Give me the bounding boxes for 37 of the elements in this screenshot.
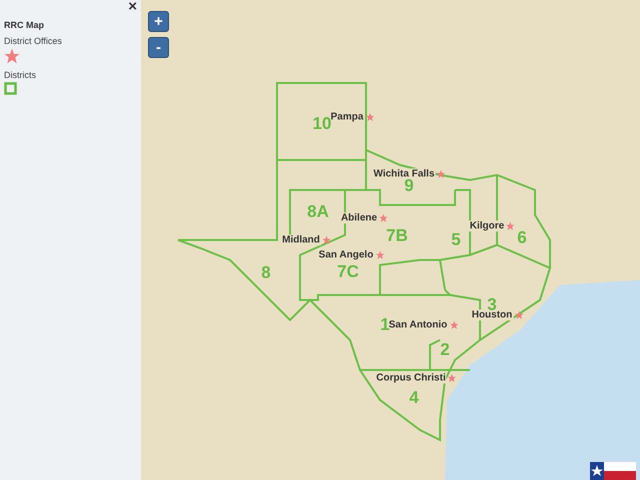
- district-number: 6: [517, 228, 527, 248]
- office-label: Pampa: [330, 112, 364, 122]
- square-outline-icon: [4, 82, 17, 95]
- flag-logo-icon: [590, 462, 636, 480]
- office-star-icon: [514, 310, 524, 320]
- close-button[interactable]: ×: [128, 0, 137, 14]
- office-label: Kilgore: [468, 220, 506, 232]
- office-label: Wichita Falls: [372, 168, 436, 180]
- office-star-icon: [436, 170, 446, 178]
- district-number: 8: [261, 263, 271, 283]
- district-number: 2: [440, 340, 450, 360]
- office-label: Corpus Christi: [375, 372, 447, 384]
- office-star-icon: [322, 236, 331, 244]
- district-number: 10: [312, 114, 332, 134]
- office-label: Houston: [470, 310, 514, 320]
- zoom-out-button[interactable]: -: [148, 37, 169, 58]
- district-number: 7B: [386, 226, 408, 246]
- office-label: Midland: [281, 234, 321, 246]
- star-icon: [4, 48, 20, 64]
- office-star-icon: [449, 320, 458, 330]
- office-star-icon: [365, 112, 374, 122]
- legend-label: Districts: [4, 70, 37, 80]
- district-number: 8A: [307, 202, 329, 222]
- office-star-icon: [506, 222, 516, 230]
- district-number: 4: [409, 388, 419, 408]
- office-label: Abilene: [340, 212, 378, 224]
- office-star-icon: [375, 250, 384, 260]
- district-number: 1: [380, 315, 390, 335]
- office-label: San Angelo: [318, 250, 374, 260]
- zoom-in-button[interactable]: +: [148, 11, 169, 32]
- legend-title: RRC Map: [4, 20, 45, 30]
- map-background[interactable]: Pampa Wichita Falls Abilene Midland San Angelo Kilgore Houston San Antonio Corpus Christi 10 8A 9 7B 5 6 8 7C 1 3 2 4 + -: [141, 0, 640, 480]
- office-star-icon: [379, 214, 388, 222]
- district-number: 5: [451, 230, 461, 250]
- office-star-icon: [448, 374, 457, 382]
- legend-label: District Offices: [4, 36, 63, 46]
- district-number: 7C: [337, 262, 359, 282]
